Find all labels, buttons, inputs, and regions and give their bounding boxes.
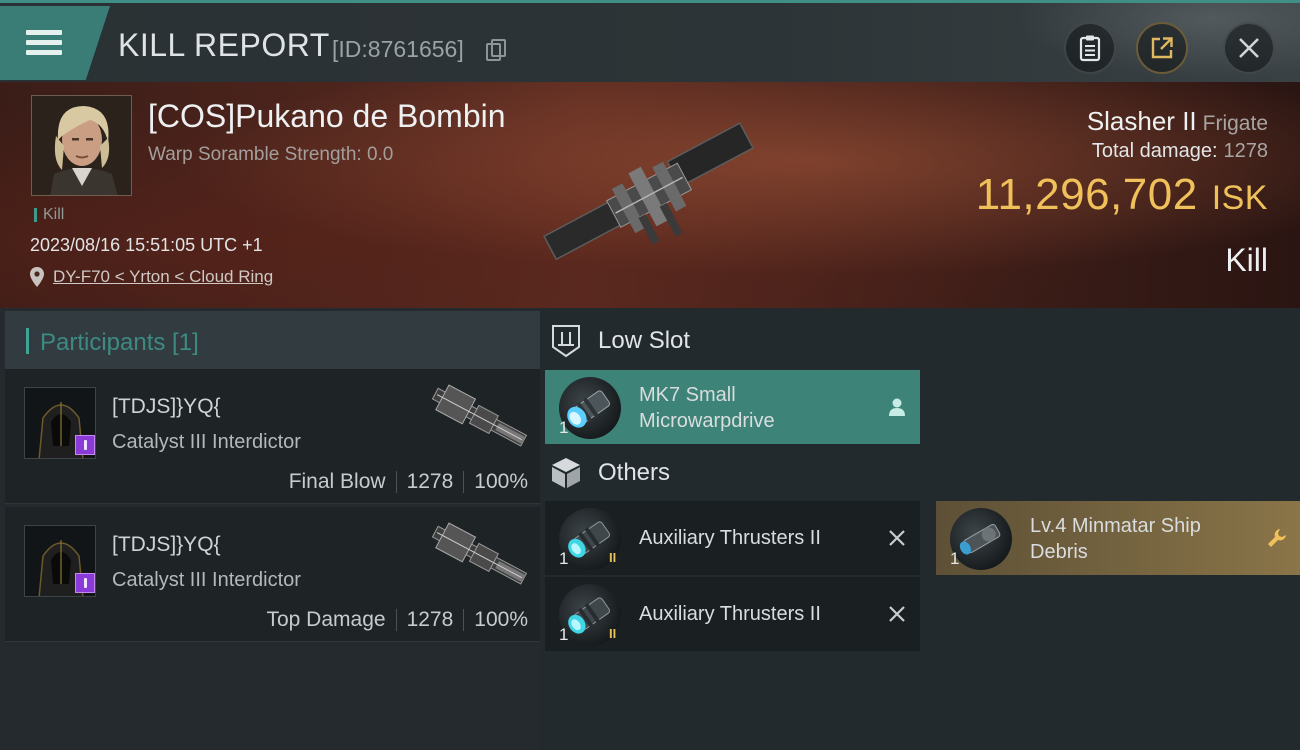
participant-row[interactable]: [TDJS]}YQ{ Catalyst III Interdictor Top … [5, 507, 540, 642]
isk-unit: ISK [1211, 179, 1268, 217]
participant-name: [TDJS]}YQ{ [112, 395, 221, 418]
share-button[interactable] [1136, 22, 1188, 74]
tech-level-badge: II [609, 550, 617, 565]
fitting-item[interactable]: 1 MK7 Small Microwarpdrive [545, 370, 920, 444]
victim-banner: [COS]Pukano de Bombin Warp Soramble Stre… [0, 82, 1300, 308]
share-icon [1151, 37, 1173, 59]
participant-stats: Top Damage 1278 100% [266, 608, 528, 632]
person-icon[interactable] [886, 396, 908, 418]
tech-level-badge: II [609, 626, 617, 641]
participants-header: Participants [1] [5, 311, 540, 371]
wrench-icon[interactable] [1266, 527, 1288, 549]
cube-icon [552, 458, 580, 488]
participant-ship-image [431, 522, 528, 585]
victim-ship[interactable]: Slasher II Frigate [1087, 106, 1268, 137]
x-icon[interactable] [886, 527, 908, 549]
victim-avatar[interactable] [31, 95, 132, 196]
location-pin-icon [30, 267, 44, 287]
participant-ship-image [431, 384, 528, 447]
location-link[interactable]: DY-F70 < Yrton < Cloud Ring [53, 267, 273, 287]
item-name: Auxiliary Thrusters II [639, 603, 821, 625]
report-button[interactable] [1064, 22, 1116, 74]
fittings-panel: Low Slot 1 MK7 Small Microwarpdrive Othe… [540, 308, 1300, 750]
fitting-item[interactable]: 1 Lv.4 Minmatar Ship Debris [936, 501, 1300, 575]
kill-tag: Kill [34, 206, 64, 224]
corp-badge-icon [75, 435, 95, 455]
page-title: KILL REPORT [118, 27, 330, 63]
close-button[interactable] [1223, 22, 1275, 74]
victim-ship-image [543, 122, 755, 261]
victim-name[interactable]: [COS]Pukano de Bombin [148, 98, 506, 135]
kill-location: DY-F70 < Yrton < Cloud Ring [30, 267, 273, 287]
kill-result: Kill [1225, 242, 1268, 278]
warp-scramble-strength: Warp Soramble Strength: 0.0 [148, 144, 394, 165]
item-name: Lv.4 Minmatar Ship Debris [1030, 515, 1201, 563]
hamburger-icon [26, 28, 62, 58]
participants-panel: Participants [1] [TDJS]}YQ{ Catalyst III… [0, 308, 540, 750]
report-id: [ID:8761656] [332, 36, 464, 62]
participant-percent: 100% [474, 608, 528, 631]
low-slot-icon [552, 325, 580, 358]
victim-ship-class: Frigate [1202, 112, 1268, 135]
participants-title: Participants [1] [40, 329, 199, 356]
close-icon [1239, 38, 1259, 58]
isk-amount: 11,296,702 [975, 170, 1198, 219]
total-damage: Total damage: 1278 [1092, 140, 1268, 163]
total-damage-label: Total damage: [1091, 140, 1218, 162]
item-quantity: 1 [559, 625, 569, 644]
participant-row[interactable]: [TDJS]}YQ{ Catalyst III Interdictor Fina… [5, 369, 540, 504]
kill-datetime: 2023/08/16 15:51:05 UTC +1 [30, 235, 263, 255]
participant-percent: 100% [474, 470, 528, 493]
fitting-item[interactable]: 1 II Auxiliary Thrusters II [545, 577, 920, 651]
top-bar: KILL REPORT [ID:8761656] [0, 0, 1300, 83]
portrait-image [32, 96, 131, 195]
item-name: MK7 Small Microwarpdrive [639, 384, 775, 432]
participant-damage: 1278 [406, 608, 454, 631]
item-quantity: 1 [950, 549, 960, 568]
participant-role: Final Blow [288, 470, 386, 493]
low-slot-header: Low Slot [548, 314, 690, 368]
corp-badge-icon [75, 573, 95, 593]
clipboard-icon [1079, 35, 1101, 62]
others-header: Others [548, 446, 670, 500]
item-quantity: 1 [559, 549, 569, 568]
isk-value: 11,296,702 ISK [976, 170, 1268, 220]
low-slot-title: Low Slot [598, 327, 691, 354]
item-quantity: 1 [559, 418, 569, 437]
total-damage-value: 1278 [1223, 140, 1269, 162]
participant-ship: Catalyst III Interdictor [112, 431, 301, 453]
kill-tag-label: Kill [43, 206, 65, 223]
x-icon[interactable] [886, 603, 908, 625]
participant-damage: 1278 [406, 470, 454, 493]
victim-ship-name: Slasher II [1086, 106, 1197, 136]
participant-stats: Final Blow 1278 100% [289, 470, 528, 494]
menu-button[interactable] [0, 6, 110, 80]
fitting-item[interactable]: 1 II Auxiliary Thrusters II [545, 501, 920, 575]
others-title: Others [598, 459, 671, 486]
copy-icon[interactable] [486, 39, 506, 61]
participant-name: [TDJS]}YQ{ [112, 533, 221, 556]
item-name: Auxiliary Thrusters II [639, 527, 821, 549]
participant-ship: Catalyst III Interdictor [112, 569, 301, 591]
participant-role: Top Damage [266, 608, 386, 631]
